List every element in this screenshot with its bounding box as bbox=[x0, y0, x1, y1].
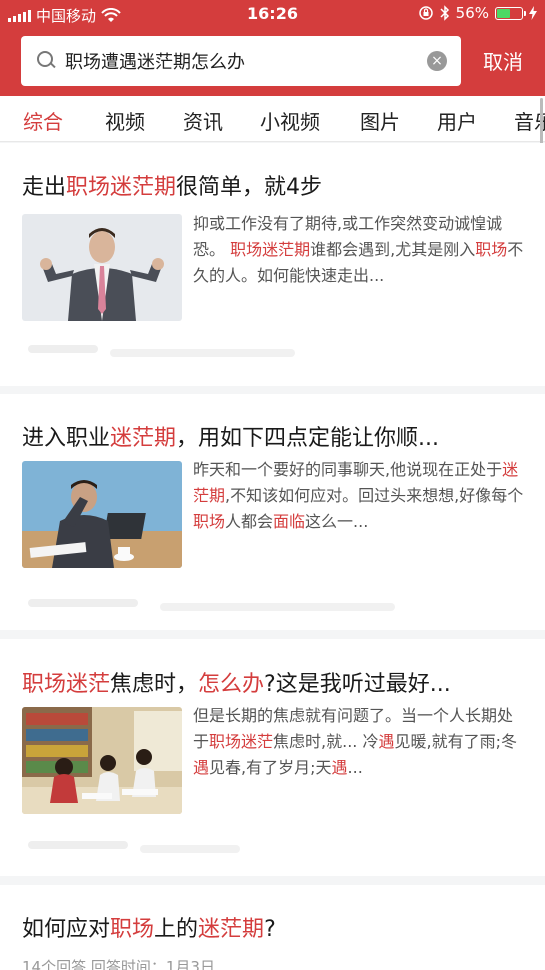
text-segment: ? bbox=[264, 917, 276, 942]
text-segment: 进入职业 bbox=[22, 426, 111, 451]
result-meta bbox=[28, 345, 98, 353]
cancel-button[interactable]: 取消 bbox=[483, 46, 523, 75]
search-bar[interactable]: × bbox=[21, 36, 461, 86]
battery-fill bbox=[497, 8, 511, 18]
search-result-card[interactable]: 如何应对职场上的迷茫期? 14个回答 回答时间：1月3日 bbox=[0, 885, 545, 970]
tab-users[interactable]: 用户 bbox=[437, 106, 477, 135]
text-segment: 很简单，就4步 bbox=[176, 175, 323, 200]
keyword-highlight: 迷茫期 bbox=[110, 426, 177, 451]
keyword-highlight: 职场迷茫期 bbox=[230, 240, 311, 259]
search-result-card[interactable]: 走出职场迷茫期很简单，就4步 抑或工作没有了期待,或工作突然变动诚惶诚恐。 职场… bbox=[0, 143, 545, 386]
text-segment: 焦虑时,就... 冷 bbox=[273, 732, 379, 751]
text-segment: 昨天和一个要好的同事聊天,他说现在正处于 bbox=[193, 460, 503, 479]
keyword-highlight: 职场 bbox=[193, 512, 226, 531]
keyword-highlight: 遇 bbox=[193, 758, 210, 777]
charging-icon bbox=[529, 6, 537, 20]
text-segment: 这么一... bbox=[305, 512, 369, 531]
keyword-highlight: 职场迷茫 bbox=[209, 732, 274, 751]
keyword-highlight: 职场 bbox=[110, 917, 155, 942]
library-students-photo[interactable] bbox=[22, 707, 182, 814]
result-title[interactable]: 如何应对职场上的迷茫期? bbox=[22, 911, 276, 943]
result-title[interactable]: 走出职场迷茫期很简单，就4步 bbox=[22, 169, 322, 201]
result-snippet: 昨天和一个要好的同事聊天,他说现在正处于迷茫期,不知该如何应对。回过头来想想,好… bbox=[193, 457, 525, 535]
battery-percent: 56% bbox=[455, 4, 489, 22]
keyword-highlight: 职场迷茫 bbox=[22, 672, 111, 697]
result-snippet: 抑或工作没有了期待,或工作突然变动诚惶诚恐。 职场迷茫期谁都会遇到,尤其是刚入职… bbox=[193, 211, 525, 289]
stressed-worker-photo[interactable] bbox=[22, 461, 182, 568]
text-segment: 走出 bbox=[22, 175, 67, 200]
status-right: 56% bbox=[418, 4, 537, 22]
tab-video[interactable]: 视频 bbox=[105, 106, 145, 135]
keyword-highlight: 面临 bbox=[273, 512, 306, 531]
tab-comprehensive[interactable]: 综合 bbox=[23, 106, 63, 135]
text-segment: ... bbox=[347, 758, 363, 777]
keyword-highlight: 遇 bbox=[378, 732, 395, 751]
search-icon bbox=[35, 49, 59, 73]
text-segment: ，用如下四点定能让你顺... bbox=[176, 426, 440, 451]
man-thumbs-down-photo[interactable] bbox=[22, 214, 182, 321]
result-meta: 14个回答 回答时间：1月3日 bbox=[22, 958, 215, 970]
text-segment: 人都会 bbox=[225, 512, 274, 531]
search-header: 中国移动 16:26 56% × bbox=[0, 0, 545, 96]
battery-icon bbox=[495, 6, 526, 20]
search-input[interactable] bbox=[65, 50, 405, 72]
tab-news[interactable]: 资讯 bbox=[183, 106, 223, 135]
tab-images[interactable]: 图片 bbox=[360, 106, 400, 135]
text-segment: ?这是我听过最好... bbox=[264, 672, 451, 697]
text-segment: 焦虑时， bbox=[110, 672, 199, 697]
search-result-card[interactable]: 进入职业迷茫期，用如下四点定能让你顺... 昨天和一个要好的同事聊天,他说现在正… bbox=[0, 394, 545, 630]
orientation-lock-icon bbox=[418, 6, 433, 20]
result-meta bbox=[28, 599, 138, 607]
result-title[interactable]: 职场迷茫焦虑时，怎么办?这是我听过最好... bbox=[22, 666, 451, 698]
keyword-highlight: 迷茫期 bbox=[198, 917, 265, 942]
text-segment: 见春,有了岁月;天 bbox=[209, 758, 332, 777]
keyword-highlight: 职场 bbox=[475, 240, 508, 259]
result-meta bbox=[140, 845, 240, 853]
keyword-highlight: 怎么办 bbox=[198, 672, 265, 697]
text-segment: ,不知该如何应对。回过头来想想,好像每个 bbox=[225, 486, 524, 505]
result-meta bbox=[110, 349, 295, 357]
keyword-highlight: 职场迷茫期 bbox=[66, 175, 177, 200]
search-result-card[interactable]: 职场迷茫焦虑时，怎么办?这是我听过最好... 但是长期的焦虑就有问题了。当一个人… bbox=[0, 639, 545, 876]
result-title[interactable]: 进入职业迷茫期，用如下四点定能让你顺... bbox=[22, 420, 439, 452]
text-segment: 上的 bbox=[154, 917, 199, 942]
bluetooth-icon bbox=[440, 5, 449, 21]
text-segment: 如何应对 bbox=[22, 917, 111, 942]
text-segment: 见暖,就有了雨;冬 bbox=[394, 732, 517, 751]
result-meta bbox=[28, 841, 128, 849]
result-meta bbox=[160, 603, 395, 611]
tab-short-video[interactable]: 小视频 bbox=[260, 106, 320, 135]
category-tabs: 综合 视频 资讯 小视频 图片 用户 音乐 bbox=[0, 96, 545, 142]
status-bar: 中国移动 16:26 56% bbox=[0, 0, 545, 30]
keyword-highlight: 遇 bbox=[331, 758, 348, 777]
clear-search-button[interactable]: × bbox=[427, 51, 447, 71]
text-segment: 谁都会遇到,尤其是刚入 bbox=[310, 240, 476, 259]
result-snippet: 但是长期的焦虑就有问题了。当一个人长期处于职场迷茫焦虑时,就... 冷遇见暖,就… bbox=[193, 703, 525, 781]
